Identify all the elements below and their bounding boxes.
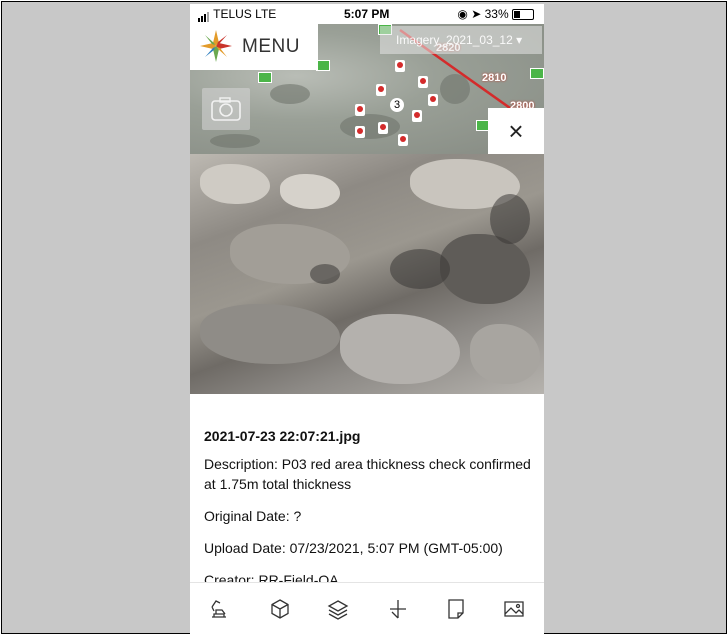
- phone-screen: TELUS LTE 5:07 PM ◉ ➤ 33% 3 2810 2800 ME…: [190, 4, 544, 635]
- note-button[interactable]: [442, 595, 470, 623]
- site-photo: [190, 154, 544, 394]
- green-flag-icon[interactable]: [258, 72, 272, 83]
- excavator-button[interactable]: [206, 595, 234, 623]
- excavator-icon: [211, 600, 226, 618]
- green-flag-icon[interactable]: [316, 60, 330, 71]
- cube-button[interactable]: [266, 595, 294, 623]
- imagery-label: Imagery_2021_03_12: [396, 33, 513, 47]
- route-label: 2810: [482, 72, 507, 84]
- cube-icon: [271, 599, 289, 619]
- photo-details: 2021-07-23 22:07:21.jpg Description: P03…: [190, 394, 544, 588]
- pdf-pin-icon[interactable]: [355, 126, 365, 138]
- upload-date-text: Upload Date: 07/23/2021, 5:07 PM (GMT-05…: [204, 540, 503, 556]
- description-text: Description: P03 red area thickness chec…: [204, 456, 531, 492]
- menu-button[interactable]: MENU: [190, 24, 318, 70]
- measure-button[interactable]: [384, 595, 412, 623]
- compass-logo-icon: [200, 30, 232, 62]
- pdf-pin-icon[interactable]: [376, 84, 386, 96]
- battery-icon: [512, 9, 534, 21]
- pdf-pin-icon[interactable]: [418, 76, 428, 88]
- original-date-text: Original Date: ?: [204, 508, 302, 524]
- camera-button[interactable]: [202, 88, 250, 130]
- pdf-pin-icon[interactable]: [378, 122, 388, 134]
- image-icon: [504, 601, 524, 617]
- carrier-info: TELUS LTE: [198, 7, 276, 22]
- pdf-pin-icon[interactable]: [428, 94, 438, 106]
- close-button[interactable]: ×: [488, 108, 544, 154]
- status-bar: TELUS LTE 5:07 PM ◉ ➤ 33%: [190, 4, 544, 24]
- pdf-pin-icon[interactable]: [355, 104, 365, 116]
- chevron-down-icon: ▾: [516, 33, 523, 47]
- network-type: LTE: [255, 7, 277, 21]
- pdf-pin-icon[interactable]: [398, 134, 408, 146]
- layers-button[interactable]: [324, 595, 352, 623]
- bottom-toolbar: [190, 582, 544, 635]
- measure-icon: [390, 600, 406, 619]
- battery-percent: 33%: [484, 7, 509, 21]
- file-name: 2021-07-23 22:07:21.jpg: [204, 428, 361, 444]
- image-button[interactable]: [500, 595, 528, 623]
- imagery-selector[interactable]: Imagery_2021_03_12 ▾: [380, 26, 542, 54]
- map-view[interactable]: 3 2820 2810 2800 MENU Imagery_2021_03_12…: [190, 24, 544, 154]
- camera-icon: [211, 97, 241, 121]
- signal-icon: [198, 8, 210, 22]
- green-flag-icon[interactable]: [530, 68, 544, 79]
- battery-info: ◉ ➤ 33%: [457, 7, 534, 21]
- clock: 5:07 PM: [344, 7, 390, 21]
- location-arrow-icon: ◉ ➤: [457, 7, 482, 21]
- cluster-count[interactable]: 3: [390, 98, 404, 112]
- pdf-pin-icon[interactable]: [395, 60, 405, 72]
- menu-label: MENU: [242, 36, 300, 57]
- layers-icon: [327, 600, 349, 620]
- pdf-pin-icon[interactable]: [412, 110, 422, 122]
- close-icon: ×: [508, 116, 524, 146]
- carrier-name: TELUS: [213, 7, 252, 21]
- note-icon: [448, 599, 464, 619]
